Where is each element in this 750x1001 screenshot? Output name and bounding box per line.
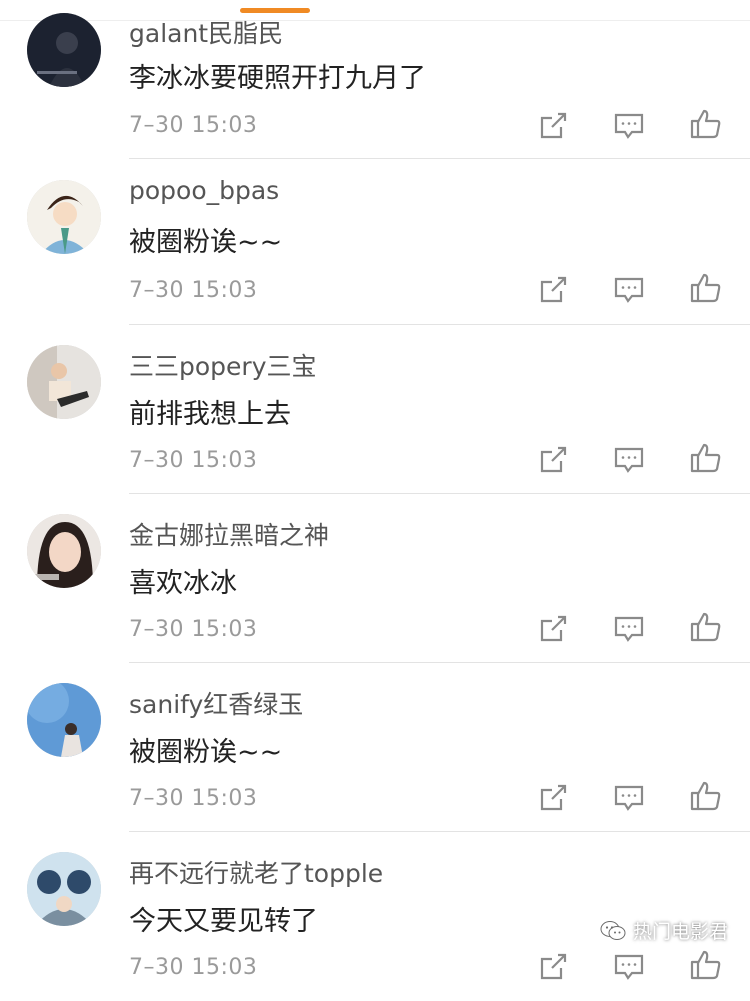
share-icon[interactable] bbox=[536, 612, 570, 646]
comment-time: 7–30 15:03 bbox=[129, 955, 258, 980]
watermark: 热门电影君 bbox=[599, 917, 728, 944]
comment-username[interactable]: 三三popery三宝 bbox=[129, 347, 317, 383]
comment-username[interactable]: 再不远行就老了topple bbox=[129, 854, 383, 890]
share-icon[interactable] bbox=[536, 950, 570, 984]
comment-item: 三三popery三宝 前排我想上去 7–30 15:03 bbox=[0, 325, 750, 494]
comment-bubble-icon[interactable] bbox=[612, 109, 646, 143]
comment-text: 前排我想上去 bbox=[129, 399, 291, 430]
comment-bubble-icon[interactable] bbox=[612, 273, 646, 307]
share-icon[interactable] bbox=[536, 443, 570, 477]
avatar[interactable] bbox=[27, 13, 101, 87]
comment-item: 金古娜拉黑暗之神 喜欢冰冰 7–30 15:03 bbox=[0, 494, 750, 663]
comment-time: 7–30 15:03 bbox=[129, 278, 258, 303]
comment-username[interactable]: 金古娜拉黑暗之神 bbox=[129, 516, 329, 552]
avatar[interactable] bbox=[27, 514, 101, 588]
comment-username[interactable]: popoo_bpas bbox=[129, 176, 279, 205]
avatar[interactable] bbox=[27, 852, 101, 926]
watermark-text: 热门电影君 bbox=[632, 921, 728, 943]
share-icon[interactable] bbox=[536, 109, 570, 143]
comment-text: 喜欢冰冰 bbox=[129, 568, 237, 599]
avatar[interactable] bbox=[27, 683, 101, 757]
share-icon[interactable] bbox=[536, 273, 570, 307]
comment-username[interactable]: galant民脂民 bbox=[129, 14, 283, 50]
thumbs-up-icon[interactable] bbox=[689, 779, 723, 813]
thumbs-up-icon[interactable] bbox=[689, 948, 723, 982]
comment-bubble-icon[interactable] bbox=[612, 950, 646, 984]
thumbs-up-icon[interactable] bbox=[689, 441, 723, 475]
comment-item: popoo_bpas 被圈粉诶~~ 7–30 15:03 bbox=[0, 160, 750, 329]
share-icon[interactable] bbox=[536, 781, 570, 815]
thumbs-up-icon[interactable] bbox=[689, 610, 723, 644]
avatar[interactable] bbox=[27, 180, 101, 254]
avatar[interactable] bbox=[27, 345, 101, 419]
comment-text: 今天又要见转了 bbox=[129, 906, 318, 937]
comment-time: 7–30 15:03 bbox=[129, 617, 258, 642]
comment-bubble-icon[interactable] bbox=[612, 443, 646, 477]
comment-item: sanify红香绿玉 被圈粉诶~~ 7–30 15:03 bbox=[0, 663, 750, 832]
comment-time: 7–30 15:03 bbox=[129, 113, 258, 138]
comment-divider bbox=[129, 158, 750, 159]
comment-bubble-icon[interactable] bbox=[612, 612, 646, 646]
wechat-icon bbox=[600, 920, 626, 940]
comment-time: 7–30 15:03 bbox=[129, 786, 258, 811]
comment-bubble-icon[interactable] bbox=[612, 781, 646, 815]
comment-text: 被圈粉诶~~ bbox=[129, 227, 283, 258]
comment-item: galant民脂民 李冰冰要硬照开打九月了 7–30 15:03 bbox=[0, 0, 750, 169]
thumbs-up-icon[interactable] bbox=[689, 107, 723, 141]
comment-username[interactable]: sanify红香绿玉 bbox=[129, 685, 303, 721]
comment-text: 被圈粉诶~~ bbox=[129, 737, 283, 768]
comment-time: 7–30 15:03 bbox=[129, 448, 258, 473]
thumbs-up-icon[interactable] bbox=[689, 271, 723, 305]
comment-text: 李冰冰要硬照开打九月了 bbox=[129, 63, 426, 94]
